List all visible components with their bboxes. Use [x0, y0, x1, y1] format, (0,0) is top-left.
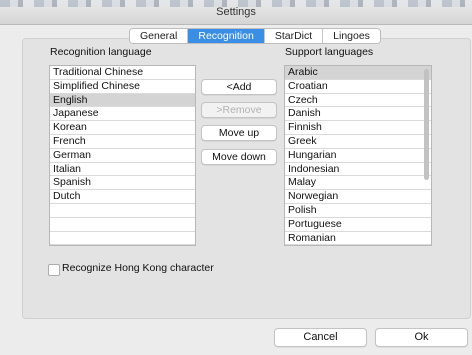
recognition-language-item[interactable]: Traditional Chinese: [50, 66, 195, 80]
support-language-item[interactable]: Portuguese: [285, 218, 431, 232]
support-language-item[interactable]: Greek: [285, 135, 431, 149]
recognition-language-item[interactable]: English: [50, 93, 195, 108]
recognition-language-item[interactable]: Simplified Chinese: [50, 80, 195, 94]
recognition-language-item[interactable]: Korean: [50, 121, 195, 135]
support-language-item[interactable]: Croatian: [285, 80, 431, 94]
recognition-language-item[interactable]: French: [50, 135, 195, 149]
support-languages-list[interactable]: Arabic Croatian Czech Danish Finnish Greek Hun…: [284, 65, 432, 246]
recognition-language-heading: Recognition language: [50, 46, 152, 58]
recognition-language-item[interactable]: German: [50, 149, 195, 163]
support-languages-heading: Support languages: [285, 46, 374, 58]
recognition-language-item[interactable]: [50, 218, 195, 232]
tab-bar: General Recognition StarDict Lingoes: [129, 28, 381, 44]
window-title: Settings: [216, 6, 256, 18]
add-button[interactable]: <Add: [201, 79, 277, 95]
support-language-item[interactable]: Danish: [285, 107, 431, 122]
support-language-item[interactable]: Czech: [285, 94, 431, 108]
remove-button[interactable]: >Remove: [201, 102, 277, 118]
support-language-item[interactable]: Arabic: [285, 66, 431, 80]
tab-stardict[interactable]: StarDict: [264, 29, 324, 43]
support-language-item[interactable]: Hungarian: [285, 149, 431, 163]
recognition-language-item[interactable]: Dutch: [50, 190, 195, 204]
recognition-language-item[interactable]: [50, 232, 195, 245]
support-list-scrollbar[interactable]: [424, 69, 429, 180]
recognition-language-list[interactable]: Traditional Chinese Simplified Chinese Eng…: [49, 65, 196, 246]
support-language-item[interactable]: Malay: [285, 176, 431, 191]
support-language-item[interactable]: Indonesian: [285, 163, 431, 177]
tab-recognition[interactable]: Recognition: [188, 29, 265, 43]
title-bar: Settings: [0, 0, 472, 25]
ok-button[interactable]: Ok: [375, 328, 468, 347]
support-language-item[interactable]: Finnish: [285, 121, 431, 135]
tab-general[interactable]: General: [130, 29, 189, 43]
move-up-button[interactable]: Move up: [201, 125, 277, 141]
hong-kong-label: Recognize Hong Kong character: [62, 262, 214, 274]
tab-lingoes[interactable]: Lingoes: [323, 29, 380, 43]
support-language-item[interactable]: Polish: [285, 204, 431, 218]
recognition-language-item[interactable]: [50, 204, 195, 218]
recognition-language-item[interactable]: Japanese: [50, 107, 195, 122]
recognition-language-item[interactable]: Spanish: [50, 176, 195, 191]
settings-window: Settings General Recognition StarDict Li…: [0, 0, 472, 355]
support-language-item[interactable]: Norwegian: [285, 190, 431, 204]
hong-kong-checkbox[interactable]: [48, 264, 60, 276]
cancel-button[interactable]: Cancel: [274, 328, 367, 347]
support-language-item[interactable]: Romanian: [285, 232, 431, 245]
recognition-language-item[interactable]: Italian: [50, 163, 195, 177]
move-down-button[interactable]: Move down: [201, 149, 277, 165]
